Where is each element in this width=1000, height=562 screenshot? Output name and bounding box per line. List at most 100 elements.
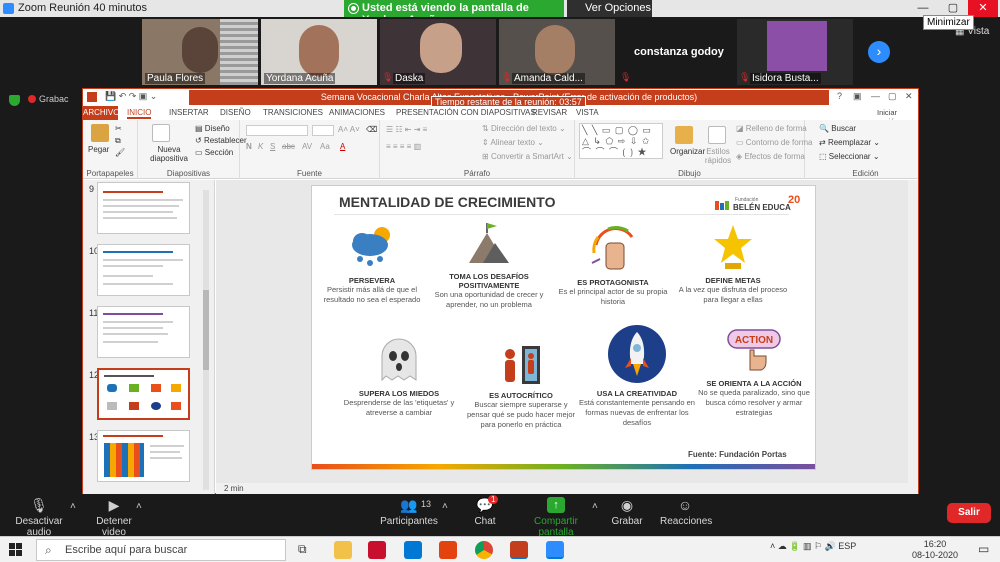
ppt-maximize-button[interactable]: ▢: [888, 91, 897, 102]
shape-outline-button[interactable]: ▭ Contorno de forma: [736, 138, 812, 147]
section-button[interactable]: ▭ Sección: [195, 148, 233, 157]
slide-thumbnail-selected[interactable]: [97, 368, 190, 420]
tab-diseno[interactable]: DISEÑO: [220, 108, 251, 117]
record-button[interactable]: ◉ Grabar: [608, 497, 646, 527]
reactions-button[interactable]: ☺ Reacciones: [660, 497, 712, 527]
participant-tile[interactable]: constanza godoy 🎙: [618, 19, 734, 85]
chrome-icon[interactable]: [475, 541, 493, 559]
char-spacing-button[interactable]: AV: [302, 142, 312, 151]
reset-button[interactable]: ↺ Restablecer: [195, 136, 247, 145]
share-screen-button[interactable]: ↑ Compartir pantalla: [516, 497, 596, 538]
select-label: Seleccionar: [828, 152, 871, 161]
ppt-close-button[interactable]: ✕: [905, 91, 913, 102]
family-logo-icon: [715, 201, 731, 210]
new-slide-button[interactable]: Nueva diapositiva: [149, 145, 189, 163]
italic-button[interactable]: K: [258, 142, 263, 151]
tab-inicio[interactable]: INICIO: [127, 108, 152, 119]
scroll-thumb[interactable]: [203, 290, 209, 370]
find-button[interactable]: 🔍 Buscar: [819, 124, 856, 133]
card-title: SUPERA LOS MIEDOS: [358, 389, 440, 398]
recording-label: Grabac: [39, 94, 69, 104]
clear-format-icon[interactable]: ⌫: [366, 125, 377, 134]
bullets-icon[interactable]: ☰ ☷ ⇤ ⇥ ≡: [386, 125, 427, 134]
notifications-icon[interactable]: ▭: [978, 542, 989, 556]
current-slide[interactable]: MENTALIDAD DE CRECIMIENTO Fundación BELÉ…: [311, 185, 816, 470]
participant-tile[interactable]: 🎙 Isidora Busta...: [737, 19, 853, 85]
system-tray[interactable]: ˄ ☁ 🔋 ▥ ⚐ 🔊 ESP: [770, 541, 856, 552]
paste-button[interactable]: Pegar: [88, 145, 109, 154]
recording-indicator[interactable]: Grabac: [28, 94, 69, 104]
tab-revisar[interactable]: REVISAR: [532, 108, 567, 117]
slide-thumbnail[interactable]: [97, 244, 190, 296]
mute-button[interactable]: 🎙 Desactivar audio: [6, 497, 72, 538]
powerpoint-window: 💾 ↶ ↷ ▣ ⌄ Semana Vocacional Charla Altas…: [82, 88, 919, 495]
zoom-taskbar-icon[interactable]: [546, 541, 564, 559]
arrange-button[interactable]: Organizar: [670, 147, 705, 156]
tab-insertar[interactable]: INSERTAR: [169, 108, 209, 117]
font-grow-icon[interactable]: A˄ A˅: [338, 125, 360, 134]
leave-meeting-button[interactable]: Salir: [947, 503, 991, 523]
bold-button[interactable]: N: [246, 142, 252, 151]
font-name-select[interactable]: [246, 125, 308, 136]
editor-scrollbar[interactable]: [908, 180, 918, 483]
shape-fill-button[interactable]: ◪ Relleno de forma: [736, 124, 807, 133]
next-page-button[interactable]: ›: [868, 41, 890, 63]
participant-gallery: Paula Flores Yordana Acuña 🎙 Daska 🎙 Ama…: [0, 17, 1000, 87]
participant-tile[interactable]: 🎙 Daska: [380, 19, 496, 85]
format-painter-icon[interactable]: 🖌: [115, 148, 125, 157]
mail-icon[interactable]: [404, 541, 422, 559]
quick-access-toolbar[interactable]: 💾 ↶ ↷ ▣ ⌄: [105, 91, 157, 102]
card-creatividad: USA LA CREATIVIDAD Está constantemente p…: [578, 324, 696, 427]
align-text-button[interactable]: ⇕ Alinear texto ⌄: [482, 138, 544, 147]
stop-video-button[interactable]: ▶ Detener video: [84, 497, 144, 538]
find-label: Buscar: [831, 124, 857, 133]
slide-thumbnail[interactable]: [97, 430, 190, 482]
participant-tile[interactable]: 🎙 Amanda Cald...: [499, 19, 615, 85]
file-explorer-icon[interactable]: [334, 541, 352, 559]
layout-button[interactable]: ▤ Diseño: [195, 124, 230, 133]
participant-tile[interactable]: Yordana Acuña: [261, 19, 377, 85]
font-color-button[interactable]: A: [340, 142, 345, 151]
video-options-chevron-icon[interactable]: ˄: [136, 501, 142, 512]
mcafee-icon[interactable]: [368, 541, 386, 559]
audio-options-chevron-icon[interactable]: ˄: [70, 501, 76, 512]
taskbar-search-box[interactable]: ⌕ Escribe aquí para buscar: [36, 539, 286, 561]
card-title: PERSEVERA: [348, 276, 396, 285]
powerpoint-taskbar-icon[interactable]: [510, 541, 528, 559]
ribbon-display-icon[interactable]: ▣: [853, 91, 862, 102]
shape-effects-button[interactable]: ◈ Efectos de forma: [736, 152, 805, 161]
task-view-icon[interactable]: ⧉: [298, 542, 307, 557]
share-options-chevron-icon[interactable]: ˄: [592, 501, 598, 512]
align-icons[interactable]: ≡ ≡ ≡ ≡ ▥: [386, 142, 421, 151]
underline-button[interactable]: S: [270, 142, 275, 151]
participants-chevron-icon[interactable]: ˄: [442, 501, 448, 512]
cut-icon[interactable]: ✂: [115, 124, 122, 133]
tab-vista[interactable]: VISTA: [576, 108, 599, 117]
copy-icon[interactable]: ⧉: [115, 136, 121, 146]
slide-thumbnail[interactable]: [97, 306, 190, 358]
shapes-gallery[interactable]: ╲ ╲ ▭ ▢ ◯ ▭ △ ↳ ⬠ ⇨ ⇩ ✩ ⌒ ⌒ ⌒ ⟮ ⟯ ★: [579, 123, 663, 159]
change-case-button[interactable]: Aa: [320, 142, 330, 151]
select-button[interactable]: ⬚ Seleccionar ⌄: [819, 152, 880, 161]
participant-name-large: constanza godoy: [634, 46, 724, 58]
tab-animaciones[interactable]: ANIMACIONES: [329, 108, 385, 117]
tab-archivo[interactable]: ARCHIVO: [83, 106, 119, 120]
windows-start-icon[interactable]: [9, 543, 22, 556]
text-direction-button[interactable]: ⇅ Dirección del texto ⌄: [482, 124, 566, 133]
tab-transiciones[interactable]: TRANSICIONES: [263, 108, 323, 117]
thumbnail-scrollbar[interactable]: [203, 190, 209, 490]
smartart-button[interactable]: ⊞ Convertir a SmartArt ⌄: [482, 152, 573, 161]
strikethrough-button[interactable]: abc: [282, 142, 295, 151]
ppt-minimize-button[interactable]: —: [871, 91, 880, 101]
slide-thumbnail[interactable]: [97, 182, 190, 234]
office-icon[interactable]: [439, 541, 457, 559]
view-options-button[interactable]: Ver Opciones ⌄: [567, 0, 652, 27]
quick-styles-button[interactable]: Estilos rápidos: [701, 147, 735, 165]
tab-presentacion[interactable]: PRESENTACIÓN CON DIAPOSITIVAS: [396, 108, 536, 117]
taskbar-clock[interactable]: 16:20 08-10-2020: [912, 539, 958, 561]
font-size-select[interactable]: [312, 125, 334, 136]
help-icon[interactable]: ?: [837, 91, 842, 101]
record-icon: ◉: [620, 497, 634, 513]
participant-tile[interactable]: Paula Flores: [142, 19, 258, 85]
replace-button[interactable]: ⇄ Reemplazar ⌄: [819, 138, 880, 147]
